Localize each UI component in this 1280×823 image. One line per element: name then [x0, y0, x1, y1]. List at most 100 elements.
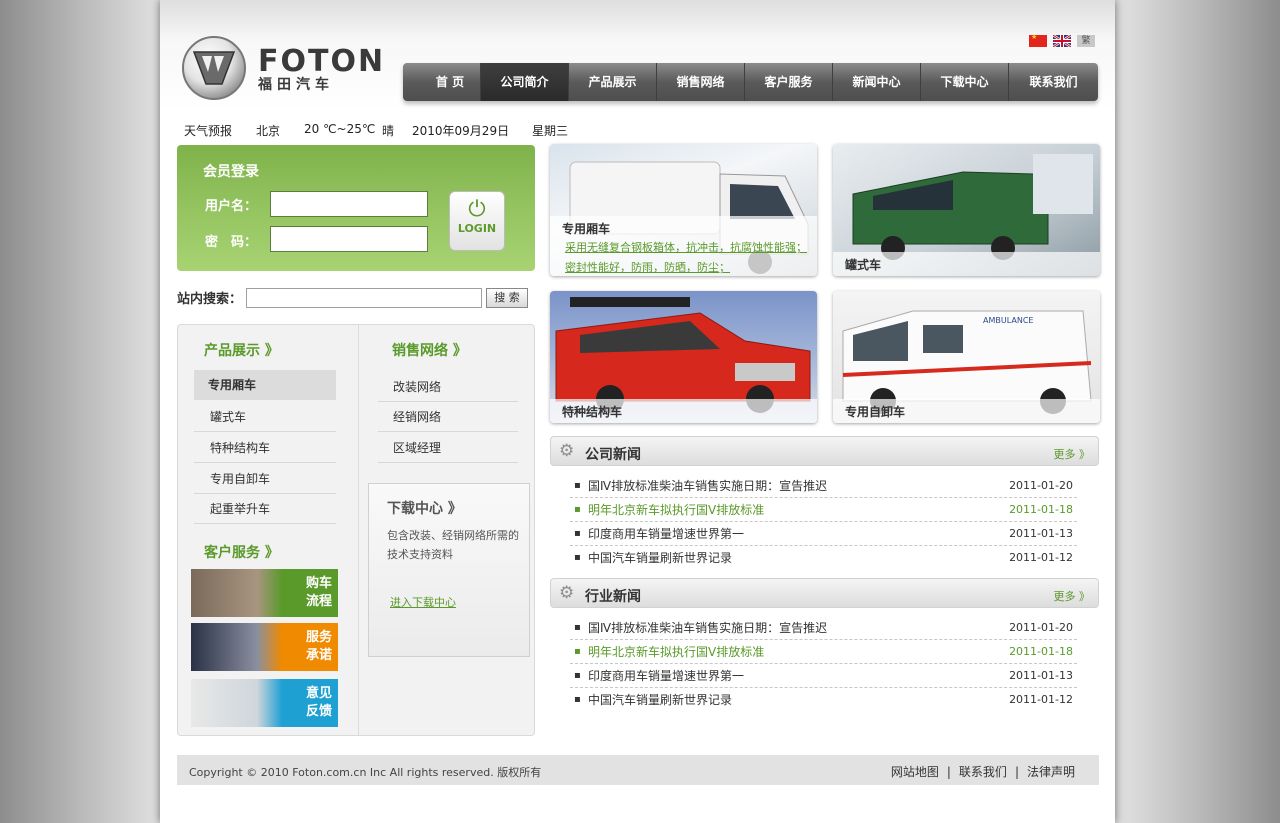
news-row[interactable]: ▪ 中国汽车销量刷新世界记录 2011-01-12 — [570, 546, 1077, 570]
tile-dump-truck[interactable]: AMBULANCE 专用自卸车 — [833, 291, 1100, 423]
news-row[interactable]: ▪ 明年北京新车拟执行国Ⅴ排放标准 2011-01-18 — [570, 640, 1077, 664]
service-section-title[interactable]: 客户服务 》 — [204, 542, 279, 562]
product-item-special-structure[interactable]: 特种结构车 — [194, 433, 336, 463]
bullet-icon: ▪ — [574, 552, 581, 563]
tile-title: 专用自卸车 — [845, 405, 906, 419]
footer-separator: | — [1014, 765, 1019, 779]
product-item-tank-truck[interactable]: 罐式车 — [194, 402, 336, 432]
news-row[interactable]: ▪ 印度商用车销量增速世界第一 2011-01-13 — [570, 522, 1077, 546]
weather-label: 天气预报 — [184, 124, 233, 138]
member-login-panel: 会员登录 用户名： 密 码： ⏻ LOGIN — [177, 145, 535, 271]
news-title[interactable]: 印度商用车销量增速世界第一 — [588, 664, 744, 688]
nav-sales[interactable]: 销售网络 — [656, 63, 744, 101]
service-promise-banner[interactable]: 服务 承诺 — [191, 623, 338, 671]
chinese-flag-icon[interactable] — [1029, 33, 1047, 47]
tile-box-truck[interactable]: 专用厢车 采用无缝复合钢板箱体，抗冲击，抗腐蚀性能强；密封性能好，防雨，防晒，防… — [550, 144, 817, 276]
sales-item-dealer[interactable]: 经销网络 — [378, 402, 518, 432]
footer-link-legal[interactable]: 法律声明 — [1027, 765, 1075, 779]
nav-home[interactable]: 首 页 — [420, 63, 480, 101]
news-title[interactable]: 印度商用车销量增速世界第一 — [588, 522, 744, 546]
company-news-more-link[interactable]: 更多 》 — [1054, 446, 1091, 462]
product-item-lifting-truck[interactable]: 起重举升车 — [194, 494, 336, 524]
banner-line: 流程 — [305, 594, 332, 609]
nav-contact[interactable]: 联系我们 — [1008, 63, 1098, 101]
login-button[interactable]: ⏻ LOGIN — [449, 191, 505, 251]
download-title[interactable]: 下载中心 》 — [387, 498, 462, 518]
nav-about[interactable]: 公司简介 — [480, 63, 568, 101]
news-title[interactable]: 国Ⅳ排放标准柴油车销售实施日期：宣告推迟 — [588, 474, 827, 498]
password-label: 密 码： — [205, 235, 258, 250]
login-title: 会员登录 — [203, 164, 259, 180]
footer: Copyright © 2010 Foton.com.cn Inc All ri… — [177, 755, 1099, 785]
news-title[interactable]: 明年北京新车拟执行国Ⅴ排放标准 — [588, 640, 764, 664]
tile-special-structure[interactable]: 特种结构车 — [550, 291, 817, 423]
power-icon: ⏻ — [468, 197, 486, 222]
gear-icon: ⚙ — [559, 441, 575, 461]
tile-tank-truck[interactable]: 罐式车 — [833, 144, 1100, 276]
news-title[interactable]: 明年北京新车拟执行国Ⅴ排放标准 — [588, 498, 764, 522]
news-row[interactable]: ▪ 印度商用车销量增速世界第一 2011-01-13 — [570, 664, 1077, 688]
nav-products[interactable]: 产品展示 — [568, 63, 656, 101]
footer-links: 网站地图 | 联系我们 | 法律声明 — [891, 763, 1075, 780]
weather-date: 2010年09月29日 — [412, 124, 510, 138]
news-title[interactable]: 中国汽车销量刷新世界记录 — [588, 546, 732, 570]
company-news-header: ⚙ 公司新闻 更多 》 — [550, 436, 1099, 466]
search-label: 站内搜索： — [177, 292, 243, 307]
weather-temp: 20 ℃~25℃ — [304, 122, 376, 136]
footer-link-contact[interactable]: 联系我们 — [959, 765, 1007, 779]
nav-news[interactable]: 新闻中心 — [832, 63, 920, 101]
bullet-icon: ▪ — [574, 528, 581, 539]
nav-download[interactable]: 下载中心 — [920, 63, 1008, 101]
login-button-label: LOGIN — [457, 222, 497, 235]
weather-condition: 晴 — [382, 124, 395, 138]
news-date: 2011-01-13 — [1009, 527, 1073, 540]
weather-city: 北京 — [256, 124, 281, 138]
footer-separator: | — [946, 765, 951, 779]
news-date: 2011-01-12 — [1009, 693, 1073, 706]
english-flag-icon[interactable] — [1053, 35, 1071, 47]
news-date: 2011-01-20 — [1009, 479, 1073, 492]
banner-line: 购车 — [305, 576, 332, 591]
industry-news-header: ⚙ 行业新闻 更多 》 — [550, 578, 1099, 608]
password-input[interactable] — [270, 226, 428, 252]
sales-item-regional-manager[interactable]: 区域经理 — [378, 433, 518, 463]
tile-box-truck-desc[interactable]: 采用无缝复合钢板箱体，抗冲击，抗腐蚀性能强；密封性能好，防雨，防晒，防尘； — [565, 238, 810, 276]
sales-item-modification[interactable]: 改装网络 — [378, 372, 518, 402]
main-nav: 首 页 公司简介 产品展示 销售网络 客户服务 新闻中心 下载中心 联系我们 — [403, 63, 1098, 101]
news-date: 2011-01-18 — [1009, 503, 1073, 516]
weather-weekday: 星期三 — [532, 124, 569, 138]
industry-news-more-link[interactable]: 更多 》 — [1054, 588, 1091, 604]
products-section-title[interactable]: 产品展示 》 — [204, 340, 279, 360]
news-row[interactable]: ▪ 国Ⅳ排放标准柴油车销售实施日期：宣告推迟 2011-01-20 — [570, 616, 1077, 640]
news-row[interactable]: ▪ 中国汽车销量刷新世界记录 2011-01-12 — [570, 688, 1077, 712]
feedback-banner[interactable]: 意见 反馈 — [191, 679, 338, 727]
nav-service[interactable]: 客户服务 — [744, 63, 832, 101]
search-button[interactable]: 搜 索 — [486, 288, 528, 308]
search-input[interactable] — [246, 288, 482, 308]
news-date: 2011-01-13 — [1009, 669, 1073, 682]
traditional-chinese-link[interactable]: 繁 — [1077, 35, 1095, 47]
product-item-box-truck[interactable]: 专用厢车 — [194, 370, 336, 400]
banner-line: 承诺 — [305, 648, 332, 663]
sales-section-title[interactable]: 销售网络 》 — [392, 340, 467, 360]
news-title[interactable]: 中国汽车销量刷新世界记录 — [588, 688, 732, 712]
product-item-dump-truck[interactable]: 专用自卸车 — [194, 464, 336, 494]
news-title[interactable]: 国Ⅳ排放标准柴油车销售实施日期：宣告推迟 — [588, 616, 827, 640]
bullet-icon: ▪ — [574, 622, 581, 633]
news-date: 2011-01-12 — [1009, 551, 1073, 564]
news-row[interactable]: ▪ 国Ⅳ排放标准柴油车销售实施日期：宣告推迟 2011-01-20 — [570, 474, 1077, 498]
news-row[interactable]: ▪ 明年北京新车拟执行国Ⅴ排放标准 2011-01-18 — [570, 498, 1077, 522]
foton-logo-emblem[interactable] — [182, 36, 246, 100]
company-news-title: 公司新闻 — [585, 447, 641, 463]
purchase-process-banner[interactable]: 购车 流程 — [191, 569, 338, 617]
download-center-box: 下载中心 》 包含改装、经销网络所需的技术支持资料 进入下载中心 — [368, 483, 530, 657]
username-label: 用户名： — [205, 199, 258, 214]
tile-title: 特种结构车 — [562, 405, 623, 419]
panel-divider — [358, 325, 359, 735]
download-center-link[interactable]: 进入下载中心 — [390, 594, 456, 610]
footer-link-sitemap[interactable]: 网站地图 — [891, 765, 939, 779]
industry-news-title: 行业新闻 — [585, 589, 641, 605]
banner-line: 服务 — [305, 630, 332, 645]
bullet-icon: ▪ — [574, 504, 581, 515]
username-input[interactable] — [270, 191, 428, 217]
